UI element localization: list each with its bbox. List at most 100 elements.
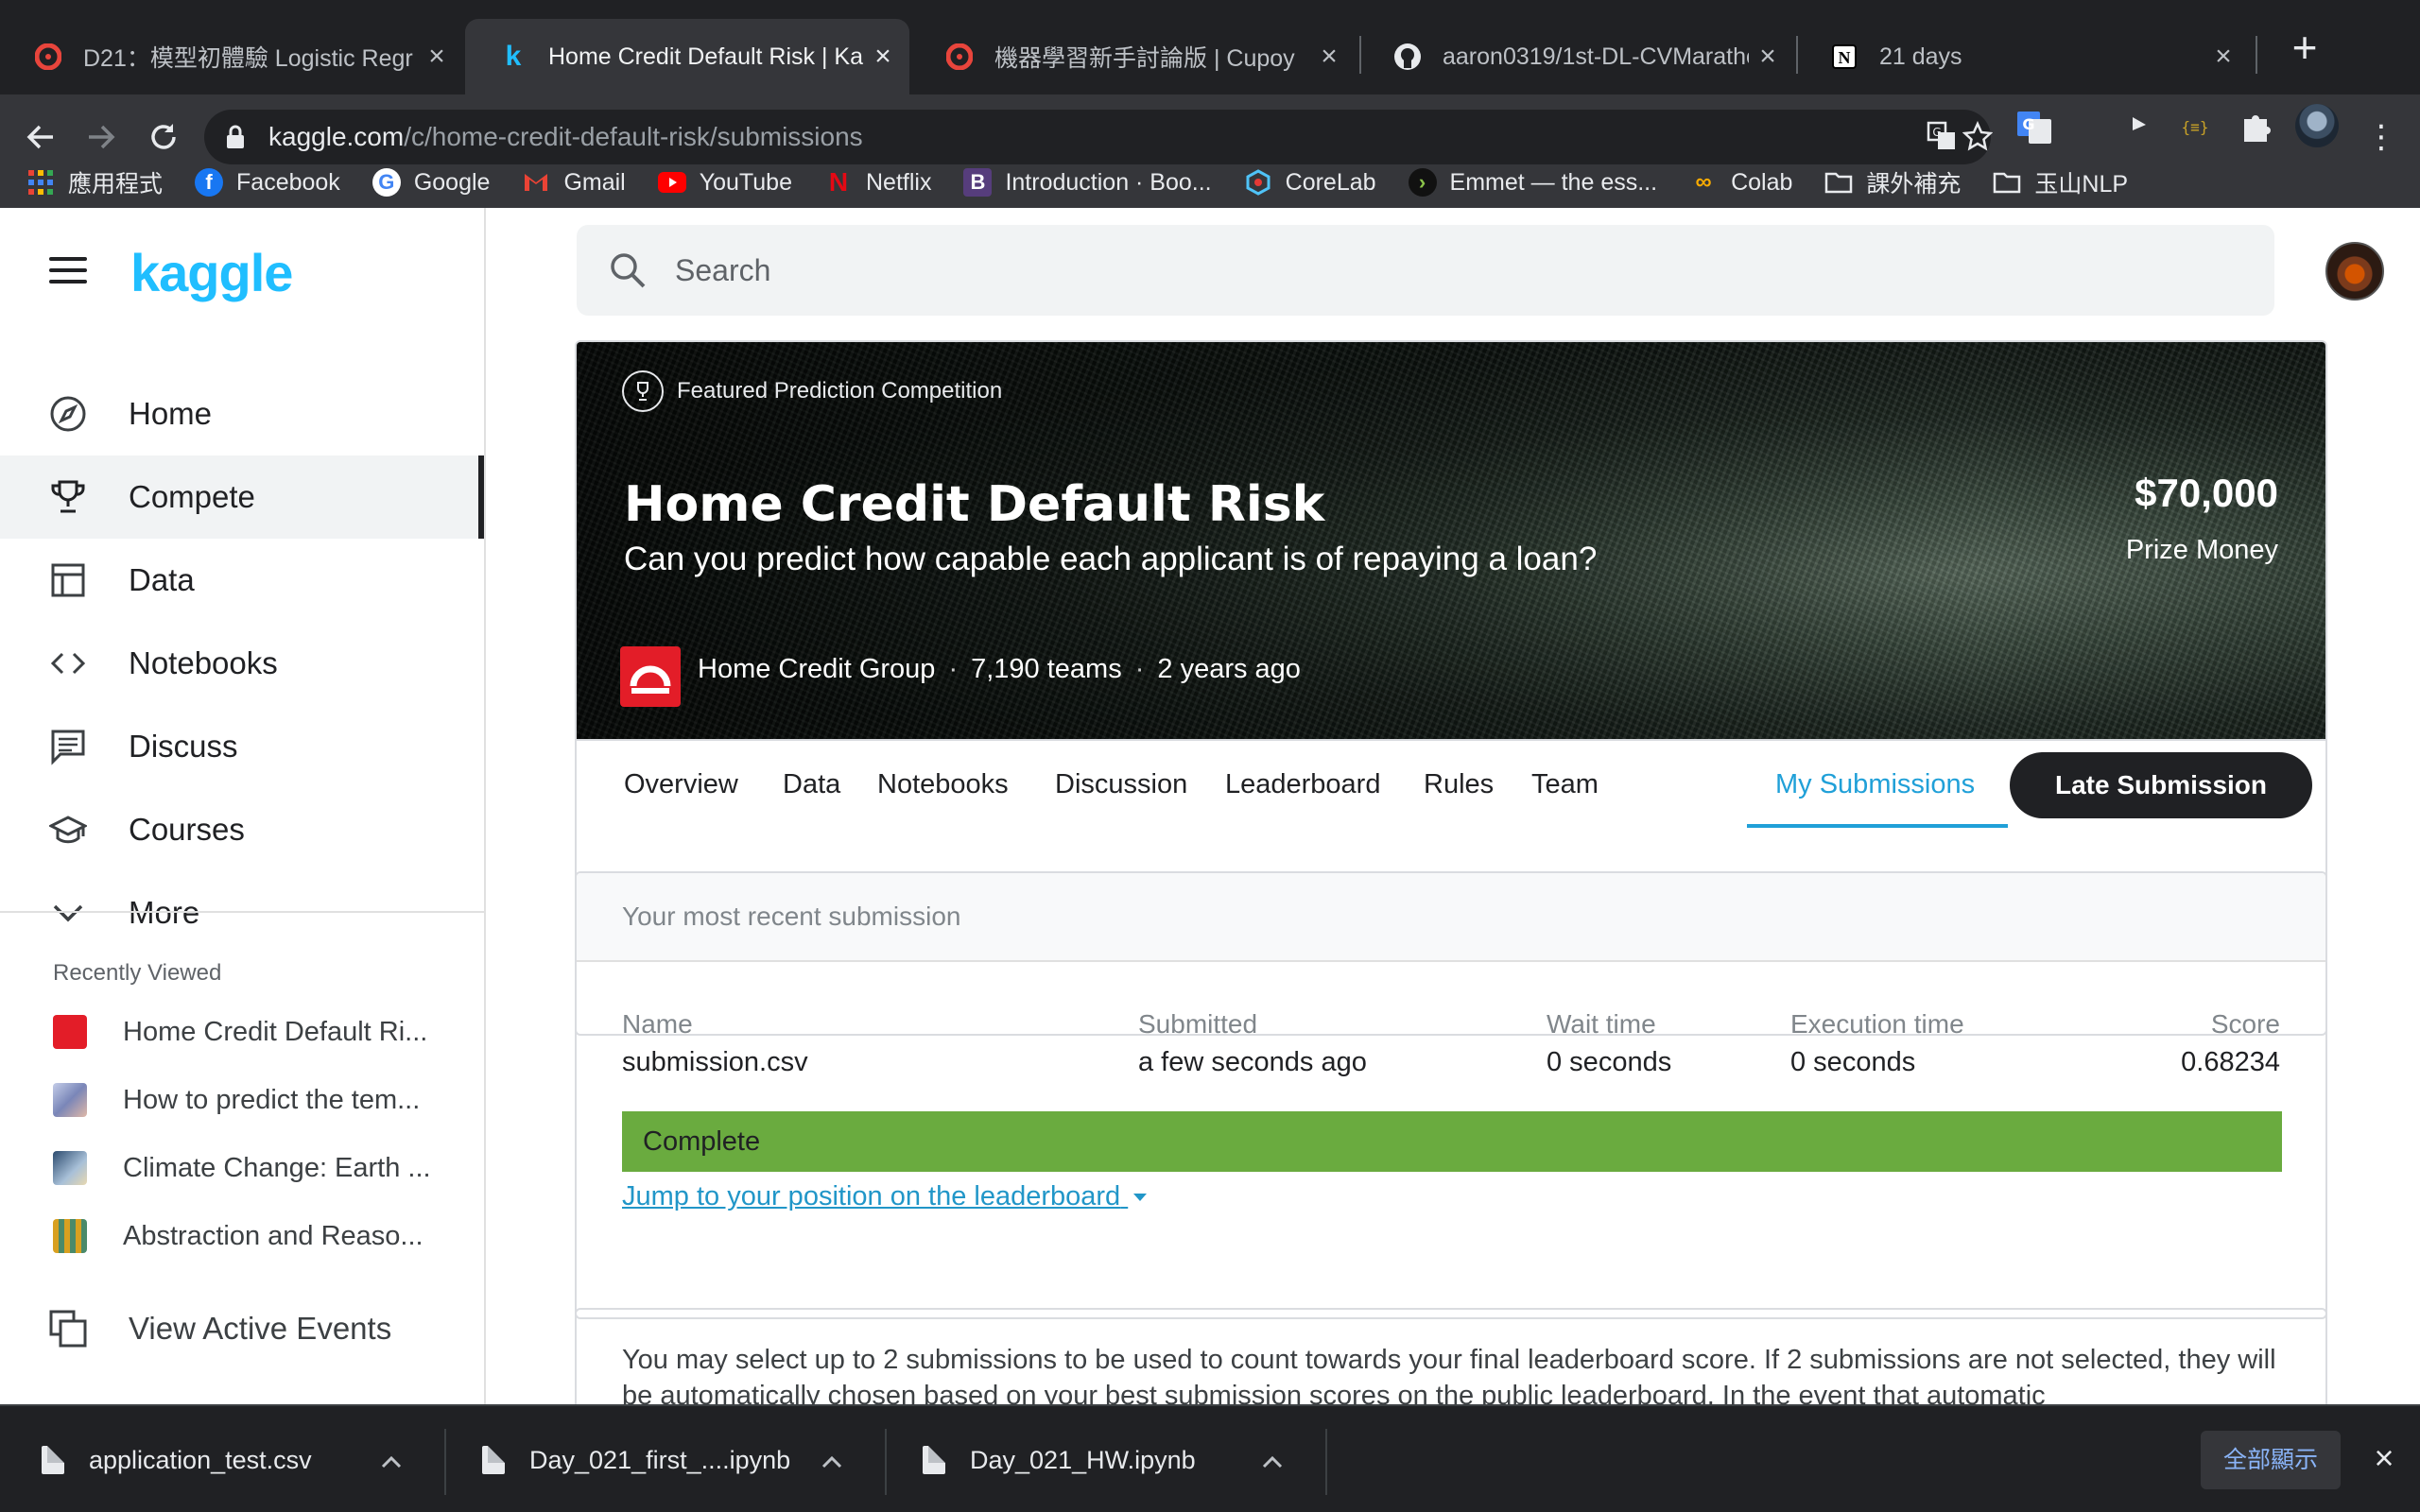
browser-tab-cupoy[interactable]: 機器學習新手討論版 | Cupoy ×	[911, 19, 1356, 94]
recent-item[interactable]: Climate Change: Earth ...	[0, 1134, 484, 1202]
bookmark-emmet[interactable]: › Emmet — the ess...	[1408, 168, 1658, 197]
json-extension-icon[interactable]: {≡}	[2176, 108, 2214, 146]
tab-overview[interactable]: Overview	[624, 741, 738, 828]
browser-tab-d21[interactable]: D21：模型初體驗 Logistic Regr ×	[0, 19, 463, 94]
score-value: 0.68234	[2181, 1047, 2280, 1077]
bookmark-star-icon[interactable]	[1961, 120, 1995, 155]
column-header: Execution time	[1790, 1009, 1964, 1039]
bookmark-label: Emmet — the ess...	[1449, 168, 1658, 196]
translate-icon[interactable]: G	[1925, 121, 1959, 155]
tab-team[interactable]: Team	[1531, 741, 1599, 828]
svg-text:{≡}: {≡}	[2182, 118, 2209, 136]
file-icon	[923, 1446, 945, 1474]
bookmark-corelab[interactable]: CoreLab	[1244, 168, 1376, 197]
bookmark-youtube[interactable]: YouTube	[657, 168, 792, 197]
kaggle-logo[interactable]: kaggle	[130, 242, 293, 303]
bookmark-gmail[interactable]: Gmail	[522, 168, 626, 197]
profile-avatar-icon[interactable]	[2295, 104, 2339, 147]
recent-item[interactable]: How to predict the tem...	[0, 1066, 484, 1134]
column-header: Score	[2210, 1009, 2280, 1039]
close-icon[interactable]: ×	[864, 41, 902, 73]
browser-tab-github[interactable]: aaron0319/1st-DL-CVMarathon ×	[1359, 19, 1794, 94]
gmail-icon	[522, 168, 550, 197]
browser-tab-notion[interactable]: N 21 days ×	[1796, 19, 2250, 94]
download-item[interactable]: application_test.csv	[0, 1406, 410, 1512]
sidebar-item-compete[interactable]: Compete	[0, 455, 484, 539]
sidebar-item-home[interactable]: Home	[0, 372, 484, 455]
tab-notebooks[interactable]: Notebooks	[877, 741, 1009, 828]
download-shelf: application_test.csv Day_021_first_....i…	[0, 1404, 2420, 1512]
close-icon[interactable]: ×	[2204, 41, 2242, 73]
tab-discussion[interactable]: Discussion	[1055, 741, 1187, 828]
close-icon[interactable]: ×	[1749, 41, 1787, 73]
jump-to-leaderboard-link[interactable]: Jump to your position on the leaderboard	[622, 1181, 1149, 1212]
bookmark-apps[interactable]: 應用程式	[26, 165, 163, 199]
download-item[interactable]: Day_021_first_....ipynb	[441, 1406, 851, 1512]
bookmark-google[interactable]: G Google	[372, 168, 490, 197]
bookmark-label: Facebook	[236, 168, 340, 196]
sidebar-item-label: More	[129, 895, 200, 930]
view-active-events[interactable]: View Active Events	[0, 1295, 484, 1363]
show-all-downloads-button[interactable]: 全部顯示	[2201, 1431, 2341, 1489]
forward-icon[interactable]	[78, 113, 125, 161]
tab-title: 機器學習新手討論版 | Cupoy	[994, 45, 1295, 72]
new-tab-button[interactable]: +	[2276, 23, 2333, 76]
wait-time-col: Wait time 0 seconds	[1547, 1009, 1671, 1078]
search-icon	[611, 253, 646, 288]
google-translate-extension-icon[interactable]: G	[2015, 108, 2053, 146]
host-name[interactable]: Home Credit Group	[698, 654, 935, 685]
trophy-icon	[47, 476, 89, 518]
bookmark-colab[interactable]: ∞ Colab	[1689, 168, 1793, 197]
search-bar[interactable]	[577, 225, 2274, 316]
sidebar-item-more[interactable]: More	[0, 871, 484, 954]
browser-toolbar: kaggle.com/c/home-credit-default-risk/su…	[0, 94, 2420, 227]
bookmark-facebook[interactable]: f Facebook	[195, 168, 340, 197]
chevron-up-icon[interactable]	[1253, 1446, 1291, 1475]
late-submission-button[interactable]: Late Submission	[2010, 752, 2312, 818]
sidebar-item-data[interactable]: Data	[0, 539, 484, 622]
youtube-icon	[657, 168, 686, 197]
chevron-up-icon[interactable]	[813, 1446, 851, 1475]
competition-age: 2 years ago	[1157, 654, 1301, 684]
bookmark-folder-extra[interactable]: 課外補充	[1824, 165, 1961, 199]
abstraction-thumbnail	[53, 1219, 87, 1253]
tab-leaderboard[interactable]: Leaderboard	[1225, 741, 1380, 828]
bookmark-bootstrap[interactable]: B Introduction · Boo...	[963, 168, 1212, 197]
close-icon[interactable]: ×	[2363, 1435, 2405, 1482]
kaggle-page: kaggle Home Compete Data Notebooks Discu…	[0, 208, 2420, 1404]
note-text: You may select up to 2 submissions to be…	[622, 1345, 2276, 1404]
browser-tab-kaggle[interactable]: k Home Credit Default Risk | Kag ×	[465, 19, 909, 94]
sidebar-item-courses[interactable]: Courses	[0, 788, 484, 871]
bookmark-netflix[interactable]: N Netflix	[824, 167, 932, 197]
search-input[interactable]	[675, 225, 2187, 316]
reload-icon[interactable]	[140, 113, 187, 161]
user-avatar[interactable]	[2325, 242, 2384, 301]
kebab-menu-icon[interactable]: ⋮	[2358, 113, 2405, 161]
recent-item[interactable]: Abstraction and Reaso...	[0, 1202, 484, 1270]
tab-data[interactable]: Data	[783, 741, 840, 828]
table-icon	[47, 559, 89, 601]
tab-my-submissions[interactable]: My Submissions	[1775, 741, 1975, 828]
close-icon[interactable]: ×	[418, 41, 456, 73]
download-item[interactable]: Day_021_HW.ipynb	[881, 1406, 1291, 1512]
chevron-up-icon[interactable]	[372, 1446, 410, 1475]
bookmark-folder-nlp[interactable]: 玉山NLP	[1993, 165, 2128, 199]
hamburger-menu-icon[interactable]	[49, 257, 87, 287]
sidebar-item-label: Discuss	[129, 729, 238, 764]
recent-item[interactable]: Home Credit Default Ri...	[0, 998, 484, 1066]
comment-icon	[47, 726, 89, 767]
jump-link-label: Jump to your position on the leaderboard	[622, 1181, 1121, 1211]
netflix-icon: N	[828, 167, 849, 197]
sidebar-item-discuss[interactable]: Discuss	[0, 705, 484, 788]
cupoy-icon	[34, 43, 62, 71]
sidebar-item-notebooks[interactable]: Notebooks	[0, 622, 484, 705]
separator-dot: ·	[948, 654, 959, 684]
trophy-icon	[622, 370, 664, 412]
back-icon[interactable]	[17, 113, 64, 161]
bookmark-label: 應用程式	[68, 171, 164, 198]
home-credit-logo[interactable]	[620, 646, 681, 707]
close-icon[interactable]: ×	[1310, 41, 1348, 73]
tab-rules[interactable]: Rules	[1424, 741, 1494, 828]
extensions-puzzle-icon[interactable]	[2237, 108, 2274, 146]
pointer-extension-icon[interactable]	[2119, 108, 2157, 146]
